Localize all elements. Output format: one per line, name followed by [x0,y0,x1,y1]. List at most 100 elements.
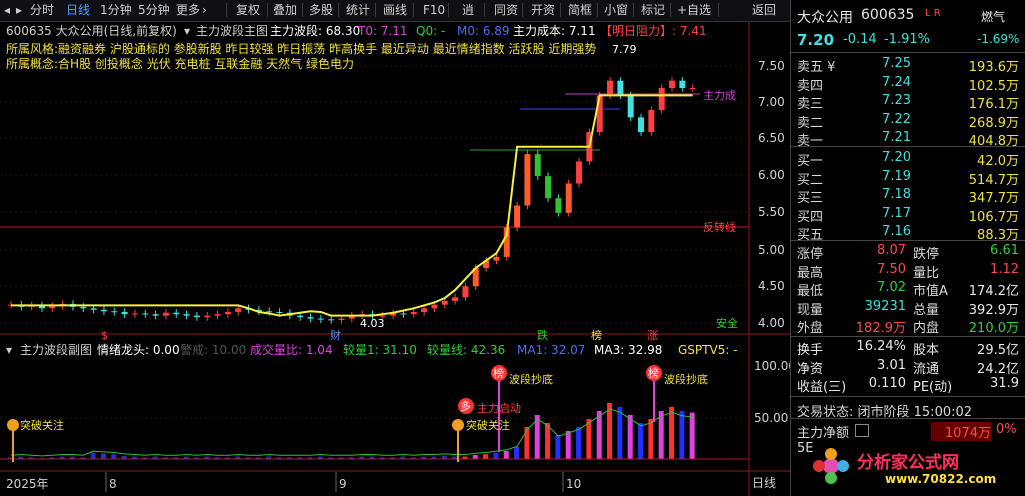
sector-tag[interactable]: 燃气 [981,8,1005,25]
candle-body [565,183,572,213]
nav-back-icon[interactable]: ◂ [4,2,10,18]
sub-indicator-name: 主力波段副图 [20,342,92,357]
candle-body [307,317,314,319]
volume-bar [648,419,654,459]
ask-row-volume: 193.6万 [968,60,1019,75]
net-flow-label: 主力净额 [797,426,850,441]
candle-body [297,315,304,318]
candle-body [462,286,469,298]
tab-1min[interactable]: 1分钟 [100,2,132,18]
price-tick: 4.50 [758,279,785,293]
candle-body [214,314,221,316]
candle-body [121,311,128,315]
btn-jiankuang[interactable]: 简框 [568,2,592,18]
month-10: 10 [566,477,581,491]
tab-daily[interactable]: 日线 [66,2,90,18]
volume-bar [524,427,530,459]
candle-body [607,80,614,96]
price-change: -0.14 [843,32,877,47]
stat-value: 24.2亿 [977,361,1019,377]
stat-label: 跌停 [913,247,940,262]
indicator-name: 主力波段主图 [196,23,268,38]
bid-row-price: 7.19 [882,168,911,184]
btn-draw-line[interactable]: 画线 [383,2,407,18]
btn-f10[interactable]: F10 [423,2,445,18]
net-flow-value: 1074万 [931,422,991,441]
more-arrow-icon[interactable]: › [202,2,207,18]
volume-bar [111,454,117,459]
candle-body [173,312,180,315]
kline-chart[interactable]: 7.50 7.00 6.50 6.00 5.50 5.00 4.50 4.00 … [0,22,790,496]
bid-row-label: 买四 [797,209,824,225]
period-label: 日线 [752,476,776,490]
tab-intraday[interactable]: 分时 [30,2,54,18]
ask-row-volume: 176.1万 [968,97,1019,112]
btn-multi-stock[interactable]: 多股 [309,2,333,18]
candle-body [638,117,645,133]
vol1-value: 较量1: 31.10 [343,342,417,357]
ma1-value: MA1: 32.07 [517,343,585,357]
watermark-url: www.70822.com [885,472,997,486]
volume-bar [586,419,592,459]
stat-label: 收益(三) [797,380,847,395]
bid-row-volume: 106.7万 [968,209,1019,225]
stat-value: 0.110 [868,376,906,391]
concept-line-1: 所属风格:融资融券 沪股通标的 参股新股 昨日较强 昨日振荡 昨高换手 最近异动… [6,41,596,56]
volume-bar [596,411,602,459]
candle-body [90,308,97,310]
price-tick: 7.50 [758,59,785,73]
btn-overlay[interactable]: 叠加 [273,2,297,18]
safe-label: 安全 [716,316,738,330]
stat-value: 182.9万 [855,321,906,336]
stat-value: 16.24% [856,339,906,354]
ma3-value: MA3: 32.98 [594,343,662,357]
toolbar: ◂ ▸ 分时 日线 1分钟 5分钟 更多 › 复权 叠加 多股 统计 画线 F1… [0,0,790,22]
price-tick: 5.00 [758,243,785,257]
bid-row-volume: 42.0万 [977,154,1019,169]
warn-value: 警戒: 10.00 [180,342,246,357]
sub-collapse-icon: ▾ [6,343,12,357]
btn-back[interactable]: 返回 [752,2,776,18]
volume-bar [503,451,509,459]
stat-value: 31.9 [990,376,1019,391]
volume-bar [100,453,106,459]
price-tick: 4.00 [758,316,785,330]
break-badge-1 [7,419,19,431]
marker-s: $ [101,329,108,342]
nav-forward-icon[interactable]: ▸ [16,2,22,18]
btn-xiao[interactable]: 逍 [462,2,474,18]
bid-row-label: 买二 [797,172,824,188]
stat-value: 3.01 [877,357,906,373]
bid-row-label: 买三 [797,191,824,206]
candle-body [235,308,242,312]
candle-body [555,198,562,213]
collapse-icon: ▾ [184,24,190,38]
candle-body [276,311,283,313]
ask-row-price: 7.24 [882,74,911,90]
btn-small-window[interactable]: 小窗 [604,2,628,18]
duo-label: 多 [460,399,471,413]
btn-add-watchlist[interactable]: +自选 [677,2,711,18]
bid-row-price: 7.18 [882,187,911,202]
stat-value: 1.12 [990,261,1019,277]
ask-row-price: 7.23 [882,93,911,108]
tab-more[interactable]: 更多 [176,2,200,18]
marker-zhang: 涨 [647,329,658,342]
tab-5min[interactable]: 5分钟 [138,2,170,18]
stat-value: 7.02 [877,280,906,295]
stock-code: 600635 [861,7,915,23]
btn-tongzi[interactable]: 同资 [494,2,518,18]
ask-row-volume: 102.5万 [968,78,1019,94]
volume-bar [576,427,582,459]
ask-row-price: 7.25 [882,56,911,71]
volume-bar [90,452,96,459]
expand-icon[interactable] [855,424,869,437]
btn-restore-rights[interactable]: 复权 [236,2,260,18]
btn-stats[interactable]: 统计 [346,2,370,18]
btn-mark[interactable]: 标记 [641,2,665,18]
volume-bar [565,431,571,459]
stat-value: 39231 [864,298,906,314]
candle-body [441,300,448,305]
candle-body [131,313,138,315]
btn-kaizi[interactable]: 开资 [531,2,555,18]
